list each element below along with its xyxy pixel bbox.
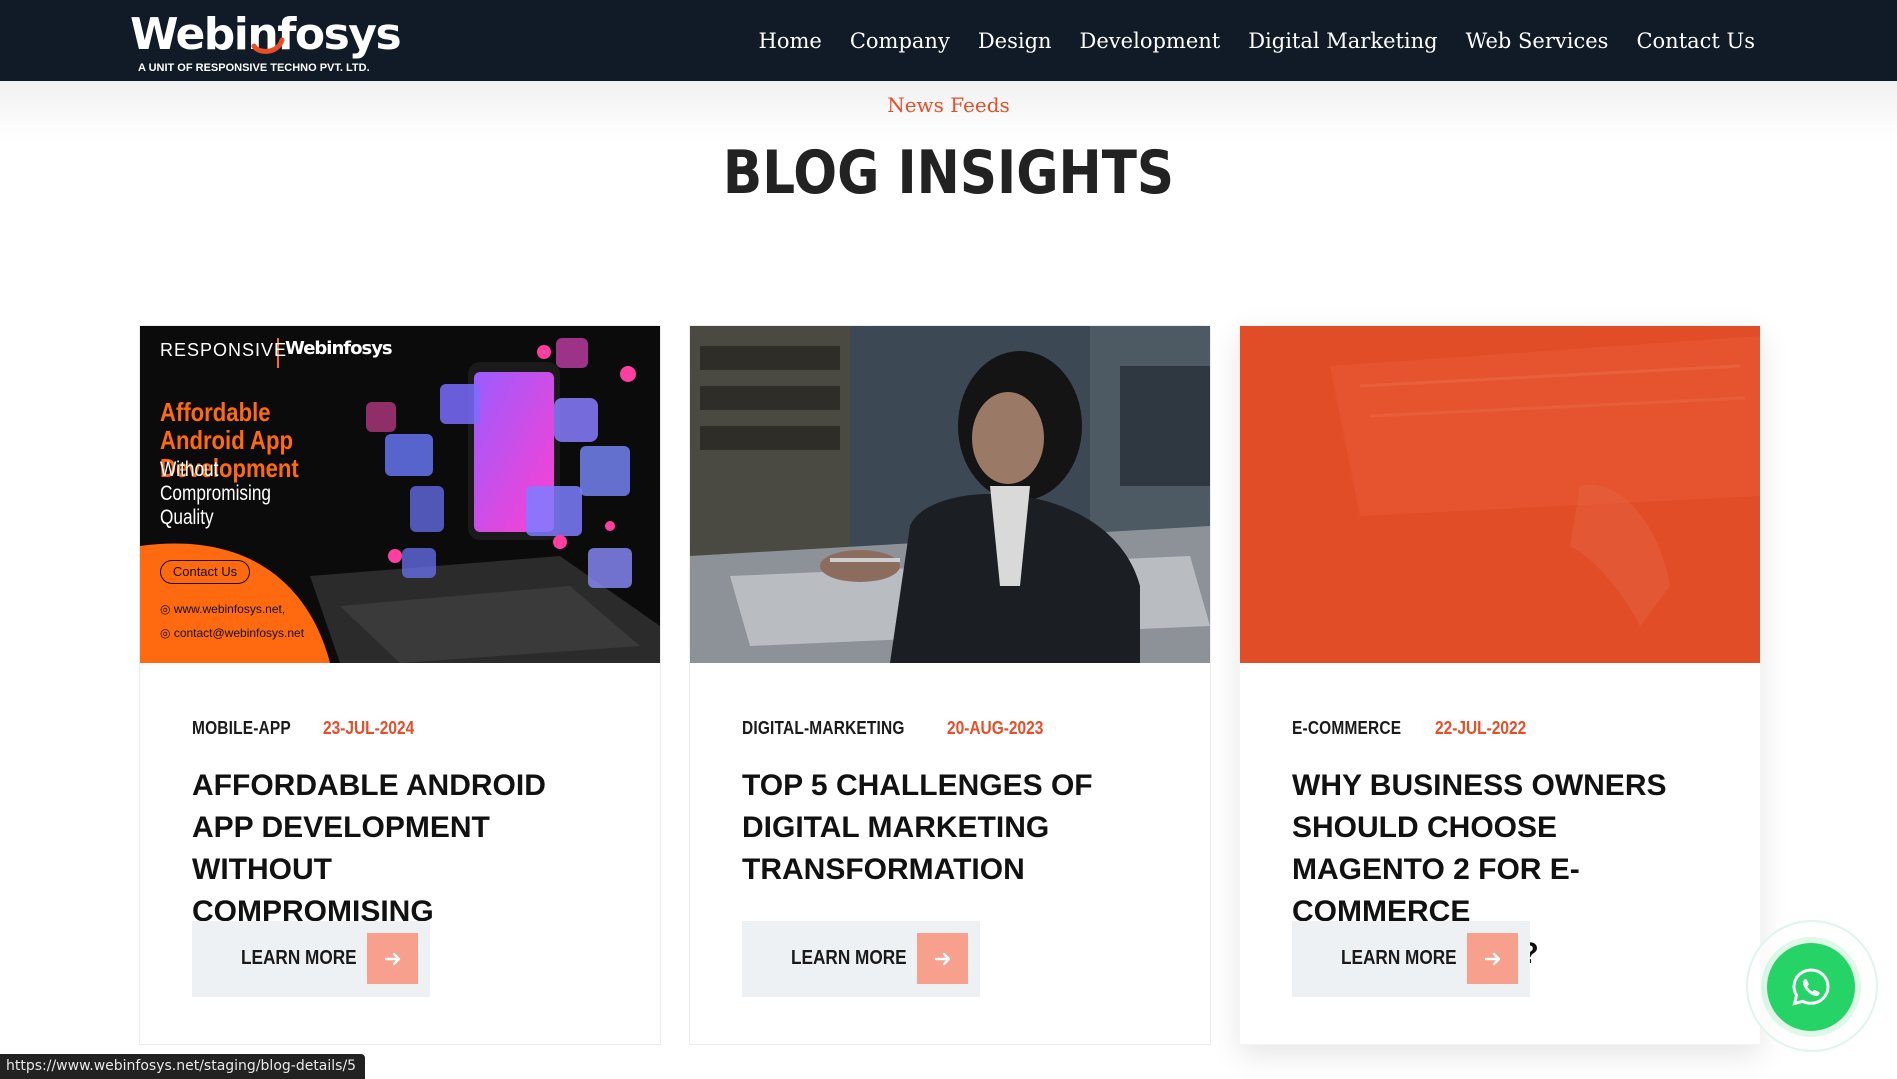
- blog-card: E-COMMERCE 22-JUL-2022 WHY BUSINESS OWNE…: [1239, 325, 1761, 1045]
- nav-item-company[interactable]: Company: [850, 22, 950, 60]
- section-eyebrow: News Feeds: [887, 93, 1010, 117]
- promo-email: ◎ contact@webinfosys.net: [160, 626, 305, 640]
- ecommerce-photo: [1240, 326, 1760, 663]
- promo-brand-secondary: Webinfosys: [285, 338, 393, 359]
- office-photo: [690, 326, 1210, 663]
- arrow-right-icon: [1467, 933, 1518, 984]
- whatsapp-icon: [1792, 968, 1830, 1006]
- category-tag[interactable]: DIGITAL-MARKETING: [742, 718, 905, 739]
- blog-card-meta: MOBILE-APP 23-JUL-2024: [192, 718, 632, 739]
- post-date: 20-AUG-2023: [947, 718, 1044, 738]
- category-tag[interactable]: E-COMMERCE: [1292, 718, 1401, 739]
- blog-card: DIGITAL-MARKETING 20-AUG-2023 TOP 5 CHAL…: [689, 325, 1211, 1045]
- nav-item-development[interactable]: Development: [1080, 22, 1221, 60]
- promo-brand: RESPONSIVE: [160, 340, 288, 360]
- main-nav: Home Company Design Development Digital …: [759, 22, 1755, 60]
- nav-item-home[interactable]: Home: [759, 22, 822, 60]
- learn-more-button[interactable]: LEARN MORE: [1292, 921, 1530, 997]
- site-header: Webinfosys A UNIT OF RESPONSIVE TECHNO P…: [0, 0, 1897, 81]
- blog-card-title[interactable]: TOP 5 CHALLENGES OF DIGITAL MARKETING TR…: [742, 765, 1122, 891]
- nav-item-digital-marketing[interactable]: Digital Marketing: [1248, 22, 1437, 60]
- status-bar-url: https://www.webinfosys.net/staging/blog-…: [0, 1054, 366, 1079]
- arrow-right-icon: [367, 933, 418, 984]
- blog-card-meta: E-COMMERCE 22-JUL-2022: [1292, 718, 1732, 739]
- learn-more-button[interactable]: LEARN MORE: [192, 921, 430, 997]
- nav-item-design[interactable]: Design: [978, 22, 1052, 60]
- learn-more-label: LEARN MORE: [1341, 947, 1457, 969]
- promo-contact-button: Contact Us: [160, 560, 250, 584]
- blog-card-image[interactable]: RESPONSIVE Webinfosys Affordable Android…: [140, 326, 660, 663]
- logo-swoosh-icon: [251, 37, 285, 54]
- site-logo[interactable]: Webinfosys A UNIT OF RESPONSIVE TECHNO P…: [130, 8, 402, 74]
- learn-more-button[interactable]: LEARN MORE: [742, 921, 980, 997]
- learn-more-label: LEARN MORE: [791, 947, 907, 969]
- blog-card-body: DIGITAL-MARKETING 20-AUG-2023 TOP 5 CHAL…: [742, 718, 1182, 891]
- promo-website-text: www.webinfosys.net,: [173, 602, 286, 616]
- promo-email-text: contact@webinfosys.net: [173, 626, 305, 640]
- promo-subheadline: Without Compromising Quality: [160, 458, 272, 529]
- page-title: BLOG INSIGHTS: [722, 138, 1175, 208]
- post-date: 23-JUL-2024: [323, 718, 415, 738]
- nav-item-contact-us[interactable]: Contact Us: [1636, 22, 1755, 60]
- blog-card: RESPONSIVE Webinfosys Affordable Android…: [139, 325, 661, 1045]
- blog-card-image[interactable]: [690, 326, 1210, 663]
- logo-subtitle: A UNIT OF RESPONSIVE TECHNO PVT. LTD.: [138, 62, 370, 74]
- whatsapp-button[interactable]: [1767, 943, 1855, 1031]
- blog-card-meta: DIGITAL-MARKETING 20-AUG-2023: [742, 718, 1182, 739]
- learn-more-label: LEARN MORE: [241, 947, 357, 969]
- blog-card-image[interactable]: [1240, 326, 1760, 663]
- arrow-right-icon: [917, 933, 968, 984]
- nav-item-web-services[interactable]: Web Services: [1466, 22, 1609, 60]
- post-date: 22-JUL-2022: [1435, 718, 1527, 738]
- category-tag[interactable]: MOBILE-APP: [192, 718, 291, 739]
- promo-website: ◎ www.webinfosys.net,: [160, 602, 286, 616]
- promo-banner: RESPONSIVE Webinfosys Affordable Android…: [140, 326, 660, 663]
